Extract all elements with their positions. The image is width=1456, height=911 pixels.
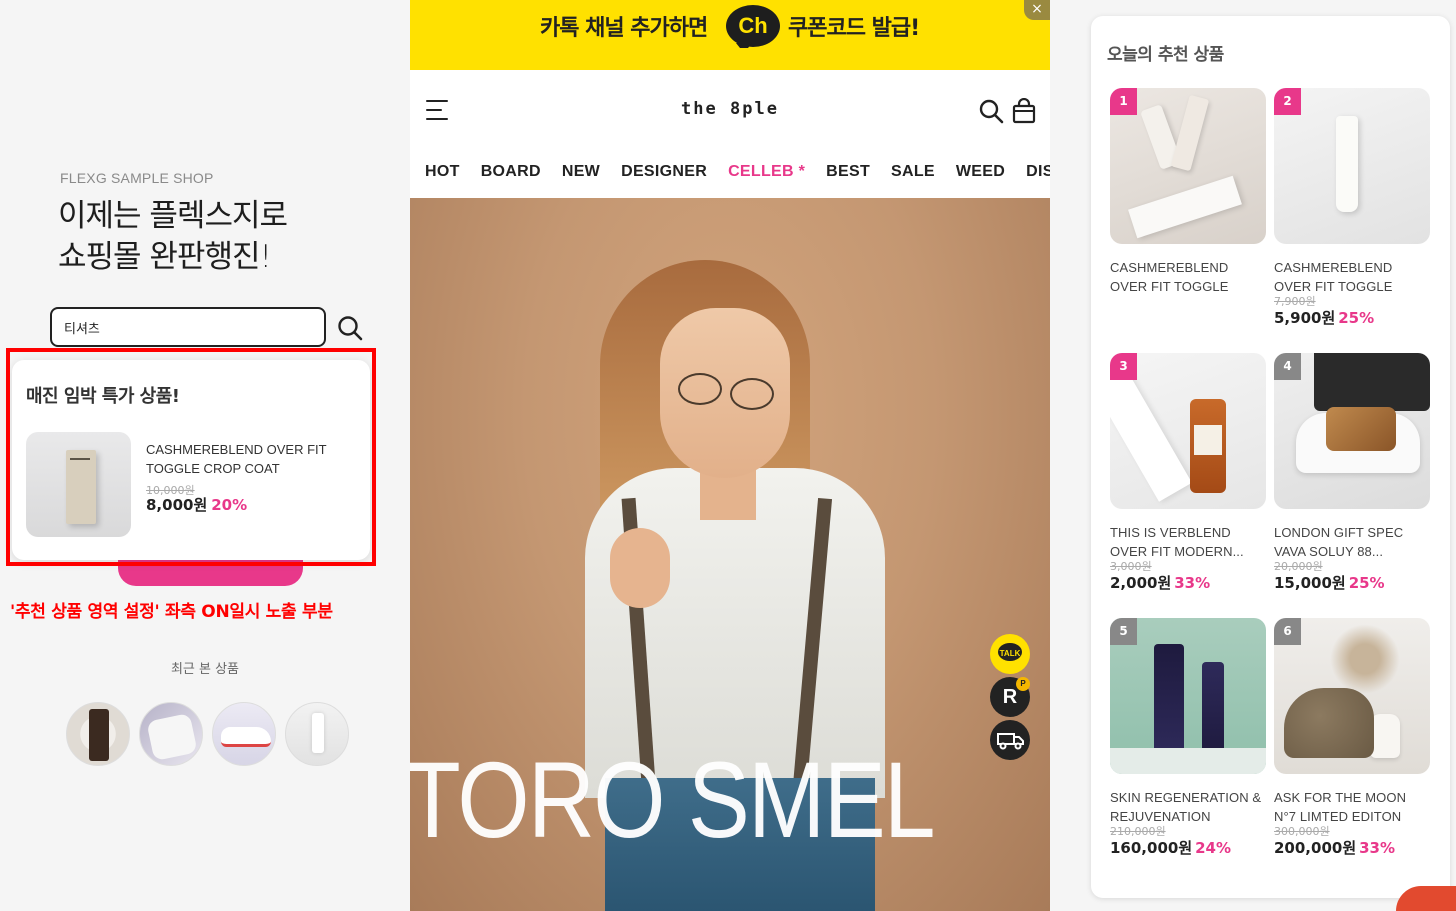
review-button[interactable]: RP [990, 677, 1030, 717]
banner-text-right: 쿠폰코드 발급! [788, 16, 920, 41]
shop-logo[interactable]: the 8ple [410, 99, 1050, 119]
recommend-price-row: 15,000원 25% [1274, 573, 1430, 593]
rank-badge: 6 [1274, 618, 1301, 645]
recommend-name: CASHMEREBLEND OVER FIT TOGGLE CROP COAT [1110, 260, 1229, 294]
recent-item[interactable] [285, 702, 349, 766]
recent-item[interactable] [139, 702, 203, 766]
recommend-old-price: 300,000원 [1274, 825, 1330, 838]
recommend-thumbnail[interactable]: 1 [1110, 88, 1266, 244]
nav-item-designer[interactable]: DESIGNER [621, 150, 707, 194]
hero-banner[interactable]: TORO SMEL [410, 198, 1050, 911]
recommend-price-row: 200,000원 33% [1274, 838, 1430, 858]
headline-line-1: 이제는 플렉스지로 [58, 198, 288, 234]
nav-item-board[interactable]: BOARD [481, 150, 541, 194]
shop-label: FLEXG SAMPLE SHOP [60, 170, 214, 186]
recommend-old-price: 7,900원 [1274, 295, 1316, 308]
recommend-price: 160,000원 [1110, 839, 1193, 857]
recommend-thumbnail[interactable]: 2 [1274, 88, 1430, 244]
recommend-name: CASHMEREBLEND OVER FIT TOGGLE CROP COAT [1274, 260, 1393, 294]
recommend-name: ASK FOR THE MOON N°7 LIMTED EDITON [1274, 790, 1407, 824]
nav-item-disco[interactable]: DISCO [1026, 150, 1050, 194]
kakao-channel-icon: Ch [726, 5, 780, 53]
left-panel: FLEXG SAMPLE SHOP 이제는 플렉스지로 쇼핑몰 완판행진! 티셔… [0, 0, 410, 911]
recommend-discount: 33% [1174, 574, 1211, 592]
rank-badge: 4 [1274, 353, 1301, 380]
recommend-item[interactable]: 2 CASHMEREBLEND OVER FIT TOGGLE CROP COA… [1274, 88, 1430, 328]
headline: 이제는 플렉스지로 쇼핑몰 완판행진! [58, 196, 288, 278]
recommend-discount: 24% [1195, 839, 1232, 857]
recommend-price: 5,900원 [1274, 309, 1336, 327]
recent-item[interactable] [66, 702, 130, 766]
recommend-price-row: 160,000원 24% [1110, 838, 1266, 858]
kakao-talk-button[interactable]: TALK [990, 634, 1030, 674]
recommend-discount: 33% [1359, 839, 1396, 857]
banner-wave [410, 48, 1050, 67]
rank-badge: 5 [1110, 618, 1137, 645]
recommend-thumbnail[interactable]: 5 [1110, 618, 1266, 774]
recommend-item[interactable]: 1 CASHMEREBLEND OVER FIT TOGGLE CROP COA… [1110, 88, 1266, 296]
recommend-price: 15,000원 [1274, 574, 1346, 592]
banner-close-button[interactable]: × [1024, 0, 1050, 20]
point-badge: P [1016, 677, 1030, 691]
nav-item-sale[interactable]: SALE [891, 150, 935, 194]
recent-item[interactable] [212, 702, 276, 766]
mobile-header: the 8ple [410, 78, 1050, 144]
recommend-item[interactable]: 6 ASK FOR THE MOON N°7 LIMTED EDITON 300… [1274, 618, 1430, 858]
recommend-name: LONDON GIFT SPEC VAVA SOLUY 88... [1274, 525, 1404, 559]
recommend-panel: 오늘의 추천 상품 1 CASHMEREBLEND OVER FIT TOGGL… [1091, 16, 1450, 898]
hero-title: TORO SMEL [410, 739, 936, 860]
rank-badge: 3 [1110, 353, 1137, 380]
recommend-thumbnail[interactable]: 6 [1274, 618, 1430, 774]
hero-photo-glasses [730, 378, 774, 410]
mobile-preview: 카톡 채널 추가하면 Ch 쿠폰코드 발급! × the 8ple HOT BO… [410, 0, 1050, 911]
recommend-old-price: 210,000원 [1110, 825, 1166, 838]
recommend-discount: 25% [1348, 574, 1385, 592]
recommend-price-row: 5,900원 25% [1274, 308, 1430, 328]
recommend-discount: 25% [1338, 309, 1375, 327]
annotation-note: '추천 상품 영역 설정' 좌측 ON일시 노출 부분 [10, 602, 333, 622]
headline-line-2: 쇼핑몰 완판행진! [58, 239, 272, 275]
search-input[interactable]: 티셔츠 [50, 307, 326, 347]
recommend-old-price: 3,000원 [1110, 560, 1152, 573]
recommend-item[interactable]: 3 THIS IS VERBLEND OVER FIT MODERN... 3,… [1110, 353, 1266, 593]
mobile-category-nav: HOT BOARD NEW DESIGNER CELLEB * BEST SAL… [410, 150, 1050, 194]
nav-item-celleb[interactable]: CELLEB * [728, 150, 805, 194]
review-label: R [1002, 686, 1018, 708]
search-input-value: 티셔츠 [64, 321, 100, 337]
rank-badge: 1 [1110, 88, 1137, 115]
recommend-price: 200,000원 [1274, 839, 1357, 857]
search-icon [338, 316, 363, 341]
nav-item-hot[interactable]: HOT [425, 150, 460, 194]
hero-photo-hand [610, 528, 670, 608]
shopping-bag-icon[interactable] [1012, 98, 1036, 124]
delivery-truck-button[interactable] [990, 720, 1030, 760]
nav-item-weed[interactable]: WEED [956, 150, 1005, 194]
rank-badge: 2 [1274, 88, 1301, 115]
highlight-box [6, 348, 376, 566]
banner-text-left: 카톡 채널 추가하면 [540, 16, 708, 41]
talk-label: TALK [999, 649, 1021, 658]
nav-item-new[interactable]: NEW [562, 150, 600, 194]
nav-item-best[interactable]: BEST [826, 150, 870, 194]
recommend-title: 오늘의 추천 상품 [1107, 45, 1224, 65]
recommend-thumbnail[interactable]: 4 [1274, 353, 1430, 509]
recommend-name: SKIN REGENERATION & REJUVENATION [1110, 790, 1262, 824]
recommend-name: THIS IS VERBLEND OVER FIT MODERN... [1110, 525, 1244, 559]
delivery-truck-icon [997, 733, 1024, 750]
recommend-item[interactable]: 4 LONDON GIFT SPEC VAVA SOLUY 88... 20,0… [1274, 353, 1430, 593]
recent-viewed-label: 최근 본 상품 [170, 662, 240, 677]
recommend-price-row: 2,000원 33% [1110, 573, 1266, 593]
recommend-item[interactable]: 5 SKIN REGENERATION & REJUVENATION 210,0… [1110, 618, 1266, 858]
recent-viewed-list [66, 702, 349, 766]
search-icon[interactable] [978, 98, 1004, 124]
recommend-price: 2,000원 [1110, 574, 1172, 592]
search-button[interactable] [336, 314, 364, 342]
hero-photo-glasses [678, 373, 722, 405]
page-root: FLEXG SAMPLE SHOP 이제는 플렉스지로 쇼핑몰 완판행진! 티셔… [0, 0, 1456, 911]
recommend-old-price: 20,000원 [1274, 560, 1323, 573]
recommend-thumbnail[interactable]: 3 [1110, 353, 1266, 509]
